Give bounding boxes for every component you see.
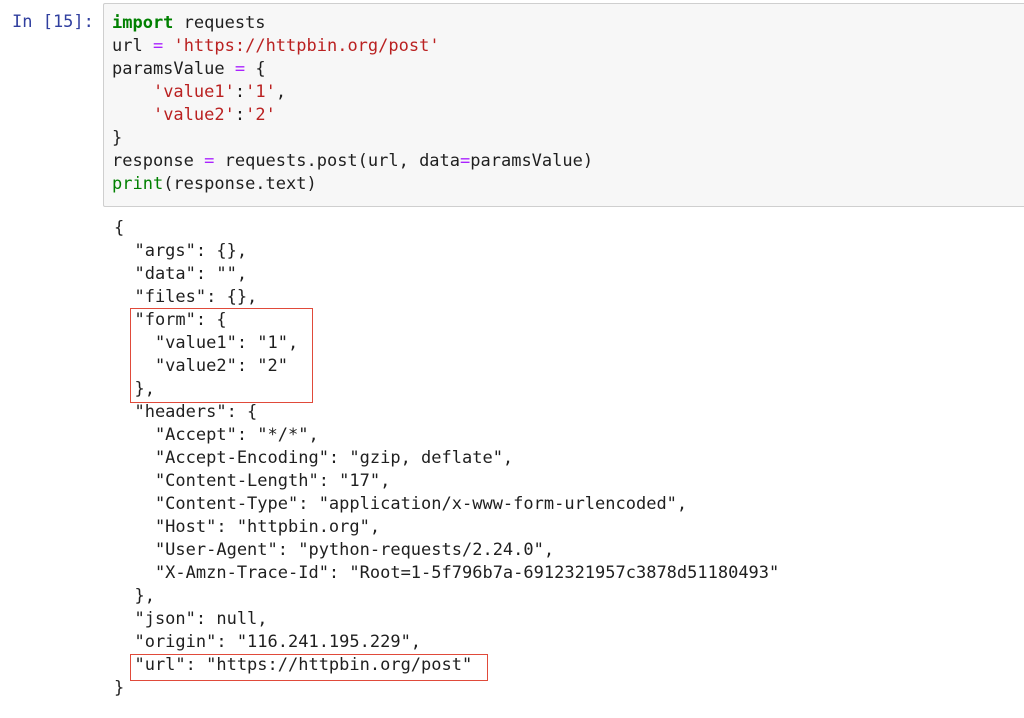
output-line: "origin": "116.241.195.229", xyxy=(114,632,422,652)
code-token: = xyxy=(234,59,246,79)
code-line: url = 'https://httpbin.org/post' xyxy=(112,36,440,56)
output-line: "data": "", xyxy=(114,264,248,284)
code-token: requests.post(url, data xyxy=(214,151,461,171)
code-line: import requests xyxy=(112,13,266,33)
code-token: { xyxy=(245,59,266,79)
output-line: "args": {}, xyxy=(114,241,248,261)
code-editor-content[interactable]: import requests url = 'https://httpbin.o… xyxy=(112,12,593,196)
code-token: } xyxy=(112,128,123,148)
code-token: = xyxy=(152,36,164,56)
code-line: 'value1':'1', xyxy=(112,82,286,102)
code-line: response = requests.post(url, data=param… xyxy=(112,151,593,171)
output-line: } xyxy=(114,678,125,698)
code-token: 'https://httpbin.org/post' xyxy=(173,36,440,56)
code-line: print(response.text) xyxy=(112,174,317,194)
url-highlight-box xyxy=(130,654,488,681)
output-line: "Accept-Encoding": "gzip, deflate", xyxy=(114,448,514,468)
code-token: , xyxy=(275,82,287,102)
form-highlight-box xyxy=(130,308,313,403)
output-line: "json": null, xyxy=(114,609,268,629)
code-line: } xyxy=(112,128,122,148)
output-line: "headers": { xyxy=(114,402,258,422)
output-line: "Content-Type": "application/x-www-form-… xyxy=(114,494,688,514)
output-line: { xyxy=(114,218,125,238)
output-line: }, xyxy=(114,586,155,606)
code-token: 'value1' xyxy=(152,82,235,102)
code-token: response xyxy=(112,151,205,171)
code-token: paramsValue xyxy=(112,59,235,79)
output-line: "Content-Length": "17", xyxy=(114,471,391,491)
code-line: 'value2':'2' xyxy=(112,105,276,125)
input-prompt: In [15]: xyxy=(12,12,94,32)
code-token: (response.text) xyxy=(163,174,317,194)
output-line: "X-Amzn-Trace-Id": "Root=1-5f796b7a-6912… xyxy=(114,563,780,583)
output-line: "User-Agent": "python-requests/2.24.0", xyxy=(114,540,555,560)
code-token: : xyxy=(234,105,246,125)
output-line: "files": {}, xyxy=(114,287,258,307)
code-token: '2' xyxy=(245,105,276,125)
output-line: "Host": "httpbin.org", xyxy=(114,517,381,537)
code-token: : xyxy=(234,82,246,102)
code-token: '1' xyxy=(245,82,276,102)
code-token: import xyxy=(112,13,174,33)
code-token: = xyxy=(460,151,471,171)
code-token: requests xyxy=(173,13,266,33)
code-token: 'value2' xyxy=(152,105,235,125)
cell-output: { "args": {}, "data": "", "files": {}, "… xyxy=(114,217,779,700)
code-token: print xyxy=(112,174,164,194)
output-line: "Accept": "*/*", xyxy=(114,425,319,445)
code-token: = xyxy=(204,151,215,171)
code-line: paramsValue = { xyxy=(112,59,266,79)
code-token: url xyxy=(112,36,153,56)
code-cell-editor[interactable]: import requests url = 'https://httpbin.o… xyxy=(103,3,1024,207)
code-token: paramsValue) xyxy=(470,151,594,171)
